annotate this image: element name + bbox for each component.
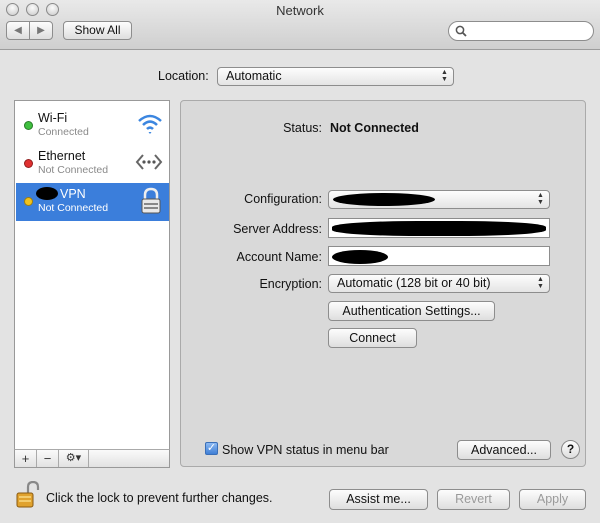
add-service-button[interactable]: + — [15, 450, 37, 467]
service-status: Not Connected — [38, 164, 109, 176]
search-field[interactable] — [448, 21, 594, 41]
lock-icon — [141, 187, 161, 214]
remove-service-button[interactable]: − — [37, 450, 59, 467]
help-button[interactable]: ? — [561, 440, 580, 459]
status-value: Not Connected — [330, 121, 419, 135]
service-status: Connected — [38, 126, 89, 138]
redacted-mark — [36, 187, 58, 200]
redacted-mark — [332, 250, 388, 264]
encryption-value: Automatic (128 bit or 40 bit) — [337, 276, 491, 290]
connect-button[interactable]: Connect — [328, 328, 417, 348]
service-item-vpn[interactable]: VPN Not Connected — [16, 183, 169, 221]
service-item-ethernet[interactable]: Ethernet Not Connected — [16, 145, 169, 183]
service-status: Not Connected — [38, 202, 109, 214]
search-icon — [455, 25, 467, 37]
revert-button[interactable]: Revert — [437, 489, 510, 510]
server-address-label: Server Address: — [233, 222, 322, 236]
show-vpn-status-label[interactable]: Show VPN status in menu bar — [222, 443, 389, 457]
apply-button[interactable]: Apply — [519, 489, 586, 510]
status-dot — [24, 121, 33, 130]
show-all-button[interactable]: Show All — [63, 21, 132, 40]
assist-me-button[interactable]: Assist me... — [329, 489, 428, 510]
location-label: Location: — [158, 69, 209, 83]
advanced-button[interactable]: Advanced... — [457, 440, 551, 460]
status-label: Status: — [283, 121, 322, 135]
account-name-field[interactable] — [328, 246, 550, 266]
encryption-select[interactable]: Automatic (128 bit or 40 bit) ▲ ▼ — [328, 274, 550, 293]
redacted-mark — [333, 193, 435, 206]
ethernet-icon — [135, 154, 163, 170]
configuration-select[interactable]: ▲ ▼ — [328, 190, 550, 209]
checkmark-icon: ✓ — [206, 442, 217, 454]
service-item-wifi[interactable]: Wi-Fi Connected — [16, 107, 169, 145]
service-name: VPN — [60, 187, 86, 201]
status-dot — [24, 197, 33, 206]
forward-button[interactable]: ▶ — [29, 21, 53, 40]
configuration-label: Configuration: — [244, 192, 322, 206]
location-select[interactable]: Automatic ▲ ▼ — [217, 67, 454, 86]
action-menu-button[interactable]: ⚙▾ — [59, 450, 89, 467]
status-dot — [24, 159, 33, 168]
server-address-field[interactable] — [328, 218, 550, 238]
location-value: Automatic — [226, 69, 282, 83]
wifi-icon — [138, 114, 162, 134]
service-list-toolbar: + − ⚙▾ — [14, 449, 170, 468]
service-name: Wi-Fi — [38, 111, 68, 125]
select-arrows-icon: ▲ ▼ — [537, 192, 544, 206]
redacted-mark — [332, 221, 546, 236]
show-vpn-status-checkbox[interactable]: ✓ — [205, 442, 218, 455]
window-titlebar: Network ◀ ▶ Show All — [0, 0, 600, 50]
service-list: Wi-Fi Connected Ethernet Not Connected V… — [14, 100, 170, 467]
forward-arrow-icon: ▶ — [37, 25, 45, 36]
back-forward-control: ◀ ▶ — [6, 21, 53, 40]
select-arrows-icon: ▲ ▼ — [441, 69, 448, 83]
service-name: Ethernet — [38, 149, 86, 163]
authentication-settings-button[interactable]: Authentication Settings... — [328, 301, 495, 321]
select-arrows-icon: ▲ ▼ — [537, 276, 544, 290]
lock-message: Click the lock to prevent further change… — [46, 491, 273, 505]
back-arrow-icon: ◀ — [14, 25, 22, 36]
window-title: Network — [276, 3, 324, 18]
back-button[interactable]: ◀ — [6, 21, 30, 40]
account-name-label: Account Name: — [236, 250, 322, 264]
unlocked-padlock-icon[interactable] — [16, 481, 40, 509]
encryption-label: Encryption: — [259, 277, 322, 291]
